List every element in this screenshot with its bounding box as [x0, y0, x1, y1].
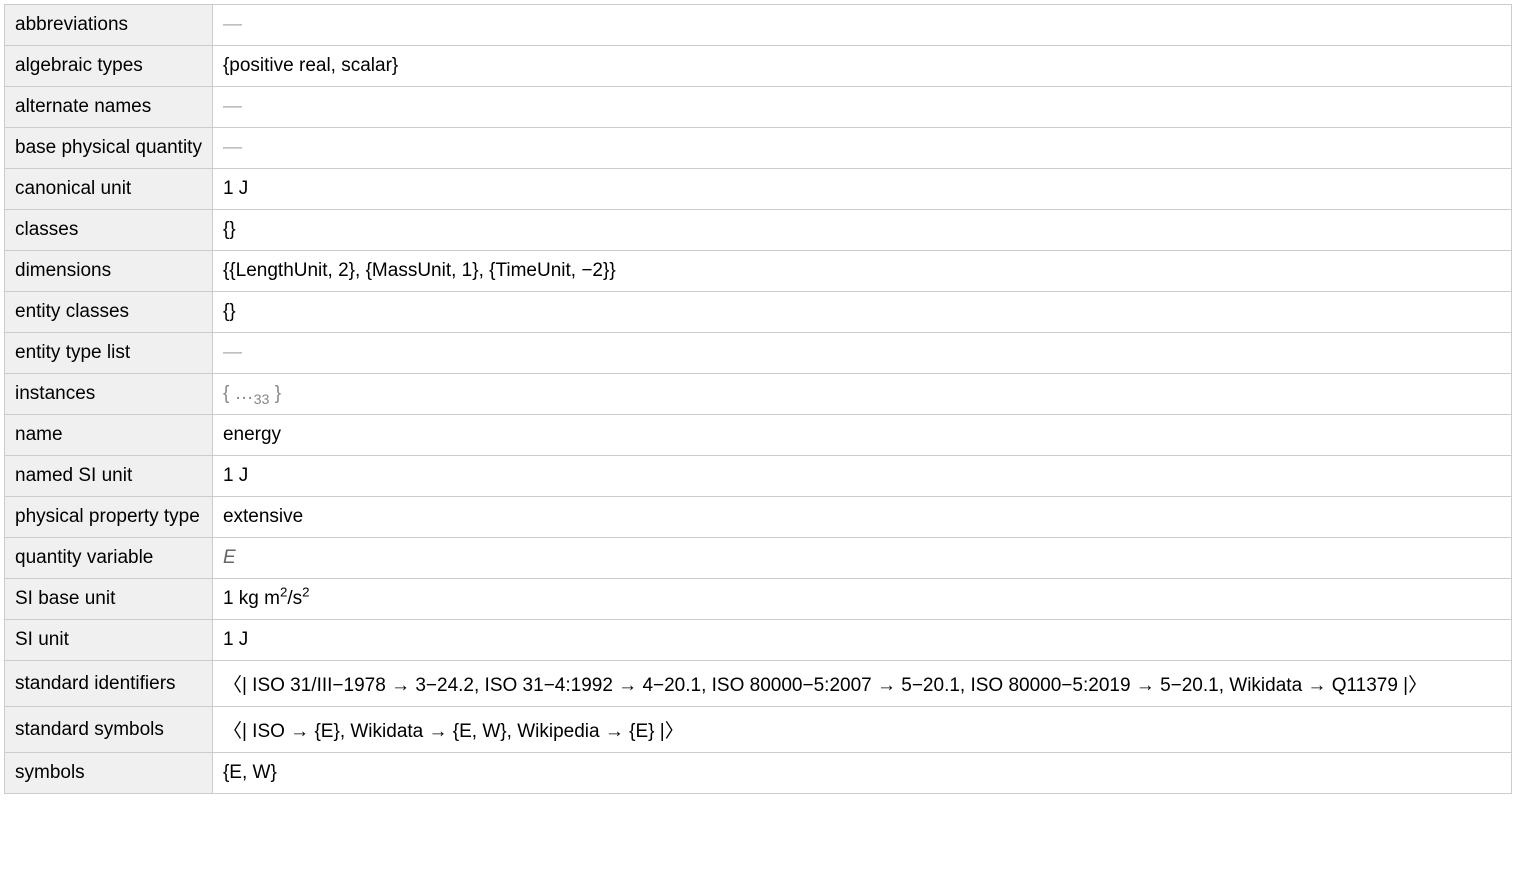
property-value: E	[212, 538, 1511, 579]
property-label: abbreviations	[5, 5, 213, 46]
table-row: named SI unit 1 J	[5, 456, 1512, 497]
table-row: standard symbols 〈| ISO → {E}, Wikidata →…	[5, 707, 1512, 753]
property-label: instances	[5, 374, 213, 415]
property-label: symbols	[5, 753, 213, 794]
property-label: SI base unit	[5, 579, 213, 620]
property-value: {E, W}	[212, 753, 1511, 794]
empty-value: —	[223, 137, 242, 158]
table-row: standard identifiers 〈| ISO 31/III−1978 →…	[5, 661, 1512, 707]
property-value: {{LengthUnit, 2}, {MassUnit, 1}, {TimeUn…	[212, 251, 1511, 292]
table-row: base physical quantity —	[5, 128, 1512, 169]
property-label: classes	[5, 210, 213, 251]
property-label: standard symbols	[5, 707, 213, 753]
table-row: symbols {E, W}	[5, 753, 1512, 794]
instance-count: 33	[254, 392, 270, 408]
table-row: canonical unit 1 J	[5, 169, 1512, 210]
property-value: 1 J	[212, 169, 1511, 210]
value-text: extensive	[223, 506, 303, 527]
table-row: entity type list —	[5, 333, 1512, 374]
value-text: {positive real, scalar}	[223, 55, 398, 76]
value-text: {E, W}	[223, 762, 277, 783]
property-value: extensive	[212, 497, 1511, 538]
property-table-body: abbreviations — algebraic types {positive r…	[5, 5, 1512, 794]
table-row: SI base unit1 kg m2/s2	[5, 579, 1512, 620]
table-row: dimensions {{LengthUnit, 2}, {MassUnit, 1…	[5, 251, 1512, 292]
unit-exponent: 2	[302, 585, 309, 600]
property-label: entity type list	[5, 333, 213, 374]
value-text: 〈| ISO 31/III−1978 → 3−24.2, ISO 31−4:19…	[223, 675, 1427, 696]
property-value: 1 J	[212, 620, 1511, 661]
property-label: algebraic types	[5, 46, 213, 87]
value-text: {}	[223, 219, 236, 240]
table-row: instances { …33 }	[5, 374, 1512, 415]
value-text: 1 J	[223, 178, 248, 199]
property-label: name	[5, 415, 213, 456]
property-value: —	[212, 87, 1511, 128]
property-value: 1 kg m2/s2	[212, 579, 1511, 620]
property-label: SI unit	[5, 620, 213, 661]
table-row: quantity variable E	[5, 538, 1512, 579]
ellipsis-icon: …	[235, 383, 254, 404]
property-value: {positive real, scalar}	[212, 46, 1511, 87]
table-row: abbreviations —	[5, 5, 1512, 46]
table-row: name energy	[5, 415, 1512, 456]
brace-open: {	[223, 383, 235, 404]
property-value: { …33 }	[212, 374, 1511, 415]
property-label: quantity variable	[5, 538, 213, 579]
property-value: —	[212, 128, 1511, 169]
property-value: 〈| ISO → {E}, Wikidata → {E, W}, Wikiped…	[212, 707, 1511, 753]
property-value: {}	[212, 210, 1511, 251]
property-label: standard identifiers	[5, 661, 213, 707]
property-value: 〈| ISO 31/III−1978 → 3−24.2, ISO 31−4:19…	[212, 661, 1511, 707]
empty-value: —	[223, 14, 242, 35]
value-text: 1 J	[223, 465, 248, 486]
property-value: {}	[212, 292, 1511, 333]
value-text: {{LengthUnit, 2}, {MassUnit, 1}, {TimeUn…	[223, 260, 616, 281]
table-row: physical property type extensive	[5, 497, 1512, 538]
unit-text: 1 kg m	[223, 588, 280, 609]
property-value: —	[212, 333, 1511, 374]
variable-value: E	[223, 547, 236, 568]
table-row: alternate names —	[5, 87, 1512, 128]
property-label: dimensions	[5, 251, 213, 292]
property-table: abbreviations — algebraic types {positive r…	[4, 4, 1512, 794]
table-row: classes {}	[5, 210, 1512, 251]
brace-close: }	[269, 383, 281, 404]
empty-value: —	[223, 96, 242, 117]
value-text: 〈| ISO → {E}, Wikidata → {E, W}, Wikiped…	[223, 721, 684, 742]
instances-summary[interactable]: { …33 }	[223, 383, 281, 404]
value-text: 1 J	[223, 629, 248, 650]
unit-text: /s	[287, 588, 302, 609]
property-value: energy	[212, 415, 1511, 456]
property-label: base physical quantity	[5, 128, 213, 169]
property-label: alternate names	[5, 87, 213, 128]
table-row: entity classes {}	[5, 292, 1512, 333]
empty-value: —	[223, 342, 242, 363]
property-label: physical property type	[5, 497, 213, 538]
property-label: named SI unit	[5, 456, 213, 497]
table-row: SI unit 1 J	[5, 620, 1512, 661]
property-value: —	[212, 5, 1511, 46]
value-text: {}	[223, 301, 236, 322]
si-base-unit-value: 1 kg m2/s2	[223, 588, 310, 609]
property-label: entity classes	[5, 292, 213, 333]
property-label: canonical unit	[5, 169, 213, 210]
property-value: 1 J	[212, 456, 1511, 497]
value-text: energy	[223, 424, 281, 445]
table-row: algebraic types {positive real, scalar}	[5, 46, 1512, 87]
